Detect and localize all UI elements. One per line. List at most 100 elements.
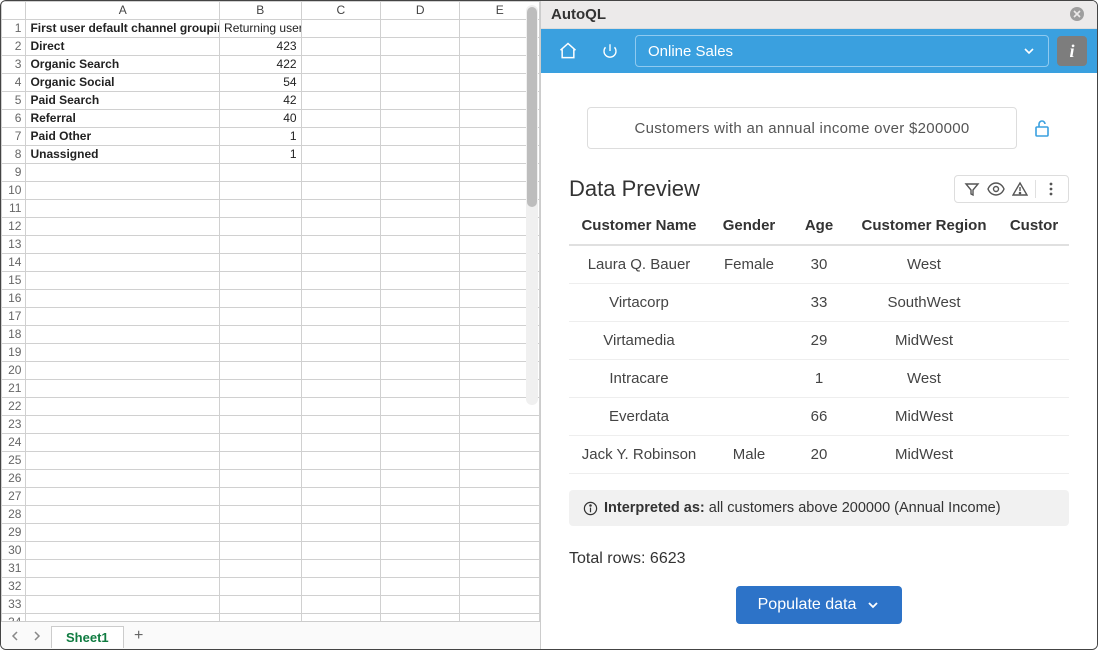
cell-C10[interactable] xyxy=(301,182,380,200)
cell-D19[interactable] xyxy=(381,344,460,362)
cell-A30[interactable] xyxy=(26,542,220,560)
corner-cell[interactable] xyxy=(2,2,26,20)
more-icon[interactable] xyxy=(1042,180,1060,198)
cell-A33[interactable] xyxy=(26,596,220,614)
preview-col-0[interactable]: Customer Name xyxy=(569,209,709,245)
cell-C22[interactable] xyxy=(301,398,380,416)
row-header-34[interactable]: 34 xyxy=(2,614,26,622)
cell-A13[interactable] xyxy=(26,236,220,254)
cell-D6[interactable] xyxy=(381,110,460,128)
warning-icon[interactable] xyxy=(1011,180,1029,198)
cell-B2[interactable]: 423 xyxy=(220,38,302,56)
row-header-11[interactable]: 11 xyxy=(2,200,26,218)
cell-C28[interactable] xyxy=(301,506,380,524)
cell-C29[interactable] xyxy=(301,524,380,542)
cell-D21[interactable] xyxy=(381,380,460,398)
cell-C24[interactable] xyxy=(301,434,380,452)
cell-C8[interactable] xyxy=(301,146,380,164)
cell-B8[interactable]: 1 xyxy=(220,146,302,164)
row-header-4[interactable]: 4 xyxy=(2,74,26,92)
cell-E31[interactable] xyxy=(460,560,540,578)
cell-B21[interactable] xyxy=(220,380,302,398)
cell-B3[interactable]: 422 xyxy=(220,56,302,74)
cell-A20[interactable] xyxy=(26,362,220,380)
scrollbar-thumb[interactable] xyxy=(527,7,537,207)
row-34[interactable]: 34 xyxy=(2,614,540,622)
row-14[interactable]: 14 xyxy=(2,254,540,272)
cell-C18[interactable] xyxy=(301,326,380,344)
row-19[interactable]: 19 xyxy=(2,344,540,362)
cell-A9[interactable] xyxy=(26,164,220,182)
tab-prev-button[interactable] xyxy=(7,628,23,644)
row-15[interactable]: 15 xyxy=(2,272,540,290)
row-8[interactable]: 8 Unassigned 1 xyxy=(2,146,540,164)
cell-D17[interactable] xyxy=(381,308,460,326)
vertical-scrollbar[interactable] xyxy=(526,5,538,405)
cell-A23[interactable] xyxy=(26,416,220,434)
cell-B33[interactable] xyxy=(220,596,302,614)
cell-D4[interactable] xyxy=(381,74,460,92)
cell-C27[interactable] xyxy=(301,488,380,506)
row-header-18[interactable]: 18 xyxy=(2,326,26,344)
cell-A24[interactable] xyxy=(26,434,220,452)
cell-C26[interactable] xyxy=(301,470,380,488)
cell-A28[interactable] xyxy=(26,506,220,524)
cell-D20[interactable] xyxy=(381,362,460,380)
cell-E33[interactable] xyxy=(460,596,540,614)
cell-A4[interactable]: Organic Social xyxy=(26,74,220,92)
row-12[interactable]: 12 xyxy=(2,218,540,236)
cell-A34[interactable] xyxy=(26,614,220,622)
cell-E27[interactable] xyxy=(460,488,540,506)
preview-row-2[interactable]: Virtamedia 29 MidWest xyxy=(569,322,1069,360)
cell-C21[interactable] xyxy=(301,380,380,398)
preview-row-4[interactable]: Everdata 66 MidWest xyxy=(569,398,1069,436)
cell-B10[interactable] xyxy=(220,182,302,200)
cell-C9[interactable] xyxy=(301,164,380,182)
cell-D32[interactable] xyxy=(381,578,460,596)
cell-A27[interactable] xyxy=(26,488,220,506)
cell-D16[interactable] xyxy=(381,290,460,308)
row-6[interactable]: 6 Referral 40 xyxy=(2,110,540,128)
row-3[interactable]: 3 Organic Search 422 xyxy=(2,56,540,74)
eye-icon[interactable] xyxy=(987,180,1005,198)
cell-C3[interactable] xyxy=(301,56,380,74)
cell-B5[interactable]: 42 xyxy=(220,92,302,110)
cell-B19[interactable] xyxy=(220,344,302,362)
cell-D15[interactable] xyxy=(381,272,460,290)
row-header-17[interactable]: 17 xyxy=(2,308,26,326)
cell-D29[interactable] xyxy=(381,524,460,542)
cell-D30[interactable] xyxy=(381,542,460,560)
cell-C34[interactable] xyxy=(301,614,380,622)
preview-row-0[interactable]: Laura Q. Bauer Female 30 West xyxy=(569,245,1069,284)
cell-D10[interactable] xyxy=(381,182,460,200)
power-icon[interactable] xyxy=(593,34,627,68)
row-16[interactable]: 16 xyxy=(2,290,540,308)
row-header-33[interactable]: 33 xyxy=(2,596,26,614)
row-18[interactable]: 18 xyxy=(2,326,540,344)
cell-A18[interactable] xyxy=(26,326,220,344)
cell-B20[interactable] xyxy=(220,362,302,380)
preview-row-5[interactable]: Jack Y. Robinson Male 20 MidWest xyxy=(569,436,1069,474)
cell-D7[interactable] xyxy=(381,128,460,146)
row-header-30[interactable]: 30 xyxy=(2,542,26,560)
spreadsheet-grid[interactable]: ABCDE 1 First user default channel group… xyxy=(1,1,540,621)
cell-B18[interactable] xyxy=(220,326,302,344)
row-header-14[interactable]: 14 xyxy=(2,254,26,272)
cell-A29[interactable] xyxy=(26,524,220,542)
row-27[interactable]: 27 xyxy=(2,488,540,506)
row-7[interactable]: 7 Paid Other 1 xyxy=(2,128,540,146)
cell-A31[interactable] xyxy=(26,560,220,578)
cell-D14[interactable] xyxy=(381,254,460,272)
row-5[interactable]: 5 Paid Search 42 xyxy=(2,92,540,110)
cell-A21[interactable] xyxy=(26,380,220,398)
row-header-12[interactable]: 12 xyxy=(2,218,26,236)
row-header-19[interactable]: 19 xyxy=(2,344,26,362)
cell-D13[interactable] xyxy=(381,236,460,254)
cell-A6[interactable]: Referral xyxy=(26,110,220,128)
row-header-22[interactable]: 22 xyxy=(2,398,26,416)
cell-D18[interactable] xyxy=(381,326,460,344)
cell-B1[interactable]: Returning users xyxy=(220,20,302,38)
row-header-15[interactable]: 15 xyxy=(2,272,26,290)
cell-A8[interactable]: Unassigned xyxy=(26,146,220,164)
cell-E26[interactable] xyxy=(460,470,540,488)
